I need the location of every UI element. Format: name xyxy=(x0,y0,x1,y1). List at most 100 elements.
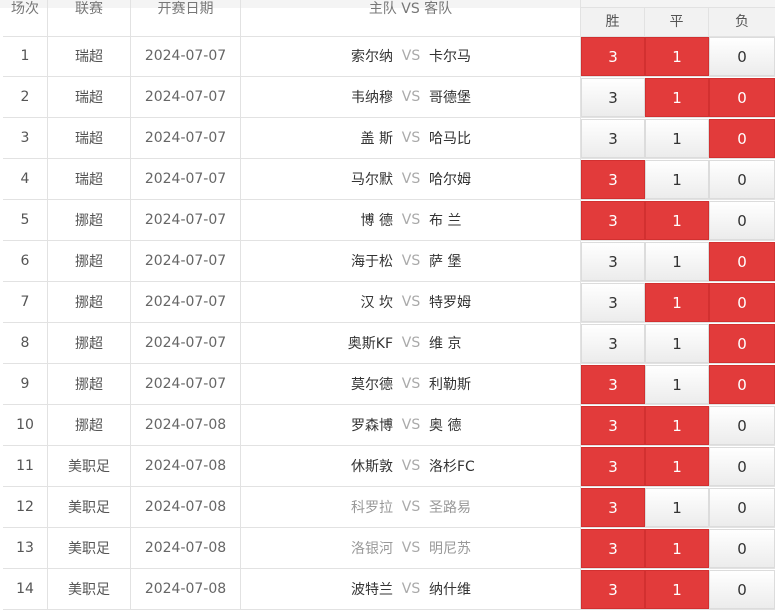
teams-cell: 海于松 VS 萨 堡 xyxy=(241,241,581,281)
draw-option[interactable]: 1 xyxy=(645,160,709,199)
draw-option[interactable]: 1 xyxy=(645,570,709,609)
win-option[interactable]: 3 xyxy=(581,160,645,199)
teams-cell: 波特兰 VS 纳什维 xyxy=(241,569,581,609)
draw-option[interactable]: 1 xyxy=(645,365,709,404)
draw-option[interactable]: 1 xyxy=(645,201,709,240)
draw-option[interactable]: 1 xyxy=(645,324,709,363)
vs-label: VS xyxy=(401,253,421,269)
win-option[interactable]: 3 xyxy=(581,324,645,363)
vs-label: VS xyxy=(401,294,421,310)
match-no: 13 xyxy=(3,528,48,568)
teams-cell: 博 德 VS 布 兰 xyxy=(241,200,581,240)
match-row: 5 挪超 2024-07-07 博 德 VS 布 兰 310 xyxy=(3,200,775,241)
match-no: 10 xyxy=(3,405,48,445)
lose-option[interactable]: 0 xyxy=(709,201,775,240)
win-option[interactable]: 3 xyxy=(581,78,645,117)
away-team: 利勒斯 xyxy=(429,377,471,393)
win-option[interactable]: 3 xyxy=(581,447,645,486)
lose-option[interactable]: 0 xyxy=(709,283,775,322)
win-option[interactable]: 3 xyxy=(581,365,645,404)
away-team: 特罗姆 xyxy=(429,295,471,311)
away-team: 纳什维 xyxy=(429,582,471,598)
draw-option[interactable]: 1 xyxy=(645,406,709,445)
match-date: 2024-07-07 xyxy=(131,200,241,240)
match-row: 6 挪超 2024-07-07 海于松 VS 萨 堡 310 xyxy=(3,241,775,282)
win-option[interactable]: 3 xyxy=(581,529,645,568)
league-name: 挪超 xyxy=(48,323,131,363)
draw-option[interactable]: 1 xyxy=(645,37,709,76)
lose-option[interactable]: 0 xyxy=(709,488,775,527)
league-name: 美职足 xyxy=(48,446,131,486)
home-team: 奥斯KF xyxy=(347,336,393,352)
lose-option[interactable]: 0 xyxy=(709,365,775,404)
vs-label: VS xyxy=(401,89,421,105)
lose-option[interactable]: 0 xyxy=(709,447,775,486)
match-row: 12 美职足 2024-07-08 科罗拉 VS 圣路易 3 1 0 xyxy=(3,487,775,528)
draw-option[interactable]: 1 xyxy=(645,488,709,527)
match-date: 2024-07-07 xyxy=(131,364,241,404)
lose-option[interactable]: 0 xyxy=(709,570,775,609)
home-team: 休斯敦 xyxy=(351,459,393,475)
league-name: 挪超 xyxy=(48,200,131,240)
table-header: 场次 联赛 开赛日期 主队 VS 客队 胜 平 负 xyxy=(3,0,775,37)
league-name: 瑞超 xyxy=(48,159,131,199)
lose-option[interactable]: 0 xyxy=(709,406,775,445)
teams-cell: 索尔纳 VS 卡尔马 xyxy=(241,36,581,76)
header-date: 开赛日期 xyxy=(131,0,241,36)
draw-option[interactable]: 1 xyxy=(645,242,709,281)
match-date: 2024-07-07 xyxy=(131,282,241,322)
vs-label: VS xyxy=(401,376,421,392)
home-team: 海于松 xyxy=(351,254,393,270)
match-row: 9 挪超 2024-07-07 莫尔德 VS 利勒斯 3 1 0 xyxy=(3,364,775,405)
draw-option[interactable]: 1 xyxy=(645,283,709,322)
win-option[interactable]: 3 xyxy=(581,37,645,76)
lose-option[interactable]: 0 xyxy=(709,324,775,363)
match-no: 2 xyxy=(3,77,48,117)
win-option[interactable]: 3 xyxy=(581,201,645,240)
home-team: 马尔默 xyxy=(351,172,393,188)
lose-option[interactable]: 0 xyxy=(709,78,775,117)
match-no: 9 xyxy=(3,364,48,404)
win-option[interactable]: 3 xyxy=(581,406,645,445)
match-date: 2024-07-07 xyxy=(131,159,241,199)
match-row: 10 挪超 2024-07-08 罗森博 VS 奥 德310 xyxy=(3,405,775,446)
draw-option[interactable]: 1 xyxy=(645,529,709,568)
lose-option[interactable]: 0 xyxy=(709,529,775,568)
vs-label: VS xyxy=(401,499,421,515)
match-row: 13 美职足 2024-07-08 洛银河 VS 明尼苏 3 1 0 xyxy=(3,528,775,569)
teams-cell: 洛银河 VS 明尼苏 xyxy=(241,528,581,568)
away-team: 哈马比 xyxy=(429,131,471,147)
home-team: 科罗拉 xyxy=(351,500,393,516)
teams-cell: 莫尔德 VS 利勒斯 xyxy=(241,364,581,404)
vs-label: VS xyxy=(401,417,421,433)
win-option[interactable]: 3 xyxy=(581,119,645,158)
away-team: 萨 堡 xyxy=(429,254,462,270)
win-option[interactable]: 3 xyxy=(581,283,645,322)
win-option[interactable]: 3 xyxy=(581,570,645,609)
lose-option[interactable]: 0 xyxy=(709,160,775,199)
home-team: 盖 斯 xyxy=(360,131,393,147)
teams-cell: 盖 斯 VS 哈马比 xyxy=(241,118,581,158)
away-team: 奥 德 xyxy=(429,418,462,434)
lose-option[interactable]: 0 xyxy=(709,119,775,158)
match-date: 2024-07-08 xyxy=(131,405,241,445)
lose-option[interactable]: 0 xyxy=(709,37,775,76)
lose-option[interactable]: 0 xyxy=(709,242,775,281)
away-team: 哥德堡 xyxy=(429,90,471,106)
match-row: 11 美职足 2024-07-08 休斯敦 VS 洛杉FC 3 1 0 xyxy=(3,446,775,487)
match-no: 1 xyxy=(3,36,48,76)
win-option[interactable]: 3 xyxy=(581,242,645,281)
vs-label: VS xyxy=(401,130,421,146)
win-option[interactable]: 3 xyxy=(581,488,645,527)
vs-label: VS xyxy=(401,458,421,474)
header-league: 联赛 xyxy=(48,0,131,36)
home-team: 莫尔德 xyxy=(351,377,393,393)
match-no: 8 xyxy=(3,323,48,363)
vs-label: VS xyxy=(401,48,421,64)
draw-option[interactable]: 1 xyxy=(645,78,709,117)
vs-label: VS xyxy=(401,212,421,228)
league-name: 美职足 xyxy=(48,487,131,527)
match-no: 7 xyxy=(3,282,48,322)
draw-option[interactable]: 1 xyxy=(645,119,709,158)
draw-option[interactable]: 1 xyxy=(645,447,709,486)
